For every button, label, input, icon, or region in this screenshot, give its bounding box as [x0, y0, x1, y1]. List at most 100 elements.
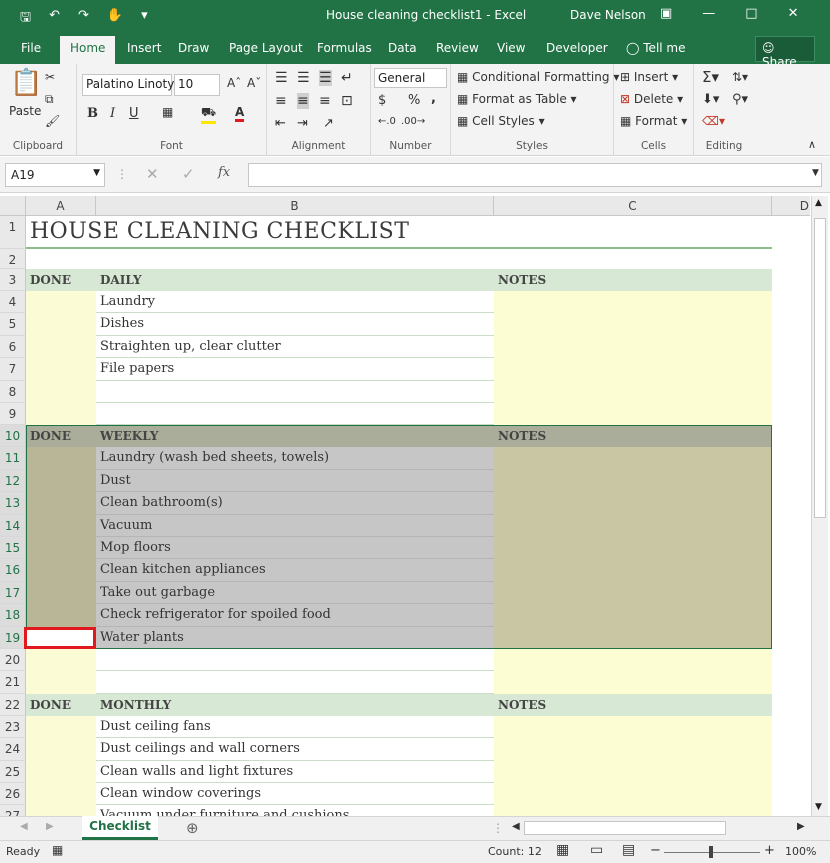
- notes-column-header[interactable]: NOTES: [494, 269, 772, 291]
- task-cell[interactable]: Straighten up, clear clutter: [96, 335, 494, 359]
- task-cell[interactable]: [96, 649, 494, 672]
- format-painter-icon[interactable]: 🖌: [45, 114, 60, 128]
- row-header[interactable]: 1: [0, 216, 26, 249]
- align-right-icon[interactable]: ≡: [319, 93, 331, 109]
- expand-formula-bar-icon[interactable]: ▼: [812, 168, 819, 178]
- font-size-box[interactable]: 10: [174, 74, 220, 96]
- format-cells-button[interactable]: ▦ Format ▾: [620, 114, 687, 128]
- notes-cell[interactable]: [494, 358, 772, 381]
- row-header[interactable]: 17: [0, 581, 26, 605]
- normal-view-icon[interactable]: ▦: [556, 842, 569, 858]
- tab-home[interactable]: Home: [60, 36, 116, 64]
- fill-icon[interactable]: ⬇▾: [702, 92, 719, 107]
- underline-button[interactable]: U: [129, 106, 139, 121]
- section-header[interactable]: DAILY: [96, 269, 494, 291]
- scroll-right-icon[interactable]: ▶: [797, 821, 805, 832]
- active-cell[interactable]: [24, 626, 96, 649]
- done-cell[interactable]: [26, 671, 96, 694]
- next-sheet-icon[interactable]: ▶: [46, 821, 54, 832]
- vertical-scroll-thumb[interactable]: [814, 218, 826, 518]
- done-cell[interactable]: [26, 581, 96, 605]
- row-header[interactable]: 7: [0, 358, 26, 381]
- row-header[interactable]: 16: [0, 559, 26, 582]
- share-button[interactable]: ☺ Share: [755, 36, 815, 69]
- done-cell[interactable]: [26, 313, 96, 336]
- row-header[interactable]: 14: [0, 514, 26, 537]
- notes-cell[interactable]: [494, 715, 772, 739]
- align-top-icon[interactable]: ☰: [275, 70, 288, 86]
- row-header[interactable]: 6: [0, 335, 26, 359]
- task-cell[interactable]: Laundry (wash bed sheets, towels): [96, 447, 494, 470]
- orientation-icon[interactable]: ↗: [323, 116, 334, 131]
- collapse-ribbon-icon[interactable]: ∧: [808, 138, 816, 151]
- done-cell[interactable]: [26, 537, 96, 560]
- notes-column-header[interactable]: NOTES: [494, 425, 772, 448]
- row-header[interactable]: 5: [0, 313, 26, 336]
- increase-indent-icon[interactable]: ⇥: [297, 116, 308, 131]
- font-color-icon[interactable]: A: [235, 105, 245, 122]
- notes-cell[interactable]: [494, 492, 772, 515]
- task-cell[interactable]: Check refrigerator for spoiled food: [96, 604, 494, 627]
- done-cell[interactable]: [26, 469, 96, 493]
- tab-developer[interactable]: Developer: [546, 41, 608, 55]
- task-cell[interactable]: Dust: [96, 469, 494, 493]
- comma-button[interactable]: ,: [431, 91, 436, 106]
- row-header[interactable]: 10: [0, 425, 26, 448]
- notes-cell[interactable]: [494, 604, 772, 627]
- tab-split-grip-icon[interactable]: ⋮: [492, 821, 504, 835]
- tab-formulas[interactable]: Formulas: [317, 41, 372, 55]
- font-name-box[interactable]: Palatino Linoty: [82, 74, 174, 96]
- row-header[interactable]: 27: [0, 805, 26, 816]
- user-name[interactable]: Dave Nelson: [570, 8, 646, 22]
- notes-cell[interactable]: [494, 335, 772, 359]
- section-header[interactable]: WEEKLY: [96, 425, 494, 448]
- task-cell[interactable]: Water plants: [96, 626, 494, 649]
- row-header[interactable]: 26: [0, 783, 26, 806]
- notes-cell[interactable]: [494, 805, 772, 816]
- column-header-a[interactable]: A: [26, 196, 96, 216]
- column-header-d[interactable]: D: [772, 196, 810, 216]
- task-cell[interactable]: Mop floors: [96, 537, 494, 560]
- task-cell[interactable]: File papers: [96, 358, 494, 381]
- done-cell[interactable]: [26, 559, 96, 582]
- task-cell[interactable]: Vacuum: [96, 514, 494, 537]
- done-cell[interactable]: [26, 604, 96, 627]
- fill-color-icon[interactable]: ⛟: [201, 105, 217, 124]
- tell-me[interactable]: ◯ Tell me: [626, 41, 686, 55]
- tab-file[interactable]: File: [21, 41, 41, 55]
- task-cell[interactable]: [96, 403, 494, 426]
- cancel-icon[interactable]: ✕: [146, 165, 159, 183]
- task-cell[interactable]: Dishes: [96, 313, 494, 336]
- italic-button[interactable]: I: [110, 106, 115, 121]
- done-cell[interactable]: [26, 447, 96, 470]
- number-format-box[interactable]: General: [374, 68, 447, 88]
- minimize-icon[interactable]: —: [702, 6, 715, 21]
- sheet-tab-checklist[interactable]: Checklist: [82, 816, 158, 840]
- task-cell[interactable]: Take out garbage: [96, 581, 494, 605]
- column-header-c[interactable]: C: [494, 196, 772, 216]
- done-cell[interactable]: [26, 335, 96, 359]
- row-header[interactable]: 20: [0, 649, 26, 672]
- done-cell[interactable]: [26, 403, 96, 426]
- tab-page-layout[interactable]: Page Layout: [229, 41, 303, 55]
- task-cell[interactable]: Clean window coverings: [96, 783, 494, 806]
- name-box-dropdown-icon[interactable]: ▼: [93, 168, 100, 178]
- notes-cell[interactable]: [494, 380, 772, 403]
- page-layout-view-icon[interactable]: ▭: [590, 842, 603, 858]
- zoom-out-icon[interactable]: −: [650, 843, 661, 858]
- macro-record-icon[interactable]: ▦: [52, 843, 63, 857]
- copy-icon[interactable]: ⧉: [45, 92, 54, 107]
- task-cell[interactable]: Dust ceilings and wall corners: [96, 738, 494, 761]
- row-header[interactable]: 9: [0, 403, 26, 426]
- prev-sheet-icon[interactable]: ◀: [20, 821, 28, 832]
- done-column-header[interactable]: DONE: [26, 425, 96, 448]
- row-header[interactable]: 25: [0, 760, 26, 783]
- format-as-table-button[interactable]: ▦ Format as Table ▾: [457, 92, 577, 106]
- tab-draw[interactable]: Draw: [178, 41, 209, 55]
- task-cell[interactable]: Vacuum under furniture and cushions: [96, 805, 494, 816]
- save-icon[interactable]: 🖫: [20, 8, 31, 30]
- notes-cell[interactable]: [494, 581, 772, 605]
- select-all-corner[interactable]: [0, 196, 26, 216]
- scroll-up-icon[interactable]: ▲: [815, 198, 822, 208]
- paste-button[interactable]: Paste: [9, 104, 41, 118]
